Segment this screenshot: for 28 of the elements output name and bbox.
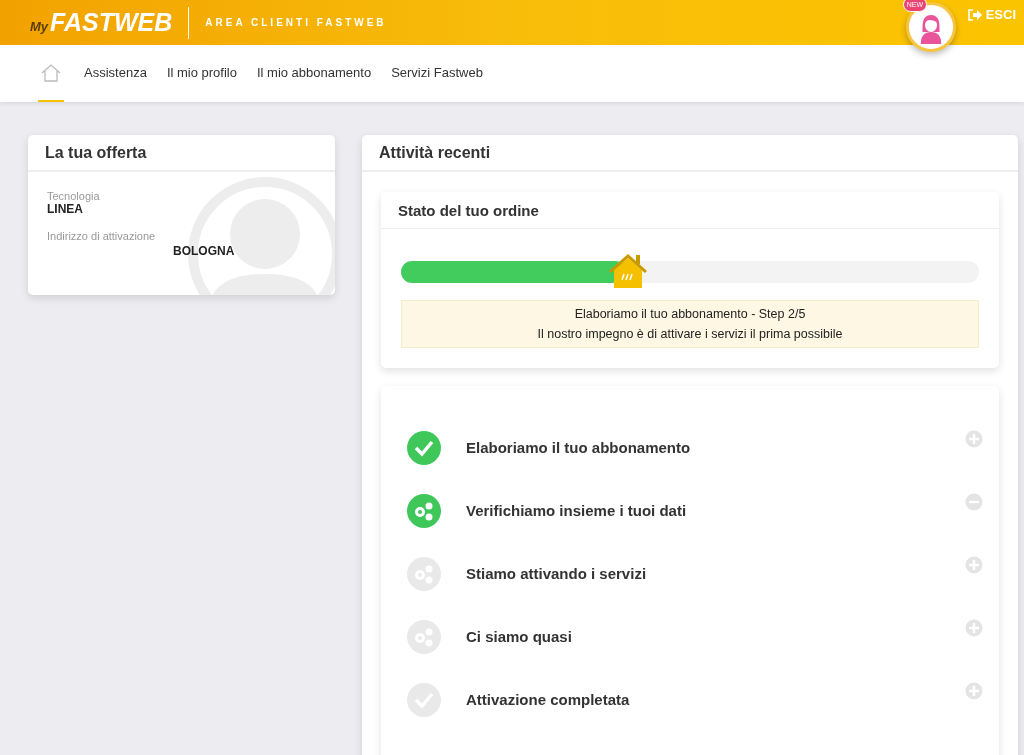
step-label: Verifichiamo insieme i tuoi dati <box>466 502 688 519</box>
nav-tab[interactable]: Assistenza <box>84 45 147 102</box>
status-text: Elaboriamo il tuo abbonamento - Step 2/5 <box>574 307 806 321</box>
nav-tab[interactable]: Servizi Fastweb <box>391 45 483 102</box>
expand-icon[interactable] <box>965 556 983 574</box>
field-label: Tecnologia <box>47 190 101 202</box>
header-subtitle: AREA CLIENTI FASTWEB <box>205 17 387 28</box>
expand-icon[interactable] <box>965 682 983 700</box>
card-title: La tua offerta <box>28 135 335 172</box>
expand-icon[interactable] <box>965 619 983 637</box>
nav-tab[interactable]: Il mio profilo <box>166 45 237 102</box>
expand-icon[interactable] <box>965 430 983 448</box>
nav-tab[interactable]: Il mio abbonamento <box>256 45 372 102</box>
step-label: Attivazione completata <box>466 691 631 708</box>
field-value: BOLOGNA <box>172 243 236 258</box>
status-note: Il nostro impegno è di attivare i servizi il prima possibile <box>537 327 843 341</box>
logo-prefix: My <box>30 19 49 34</box>
logout-icon <box>967 8 982 21</box>
field-value: LINEA <box>47 202 84 216</box>
card-title: Attività recenti <box>362 135 1018 172</box>
step-label: Stiamo attivando i servizi <box>466 565 648 582</box>
home-icon <box>40 62 62 83</box>
step-label: Ci siamo quasi <box>466 628 573 645</box>
field-label: Indirizzo di attivazione <box>47 230 157 242</box>
collapse-icon[interactable] <box>965 493 983 511</box>
step-label: Elaboriamo il tuo abbonamento <box>466 439 692 456</box>
card-title: Stato del tuo ordine <box>381 192 999 229</box>
logo-text: FASTWEB <box>50 8 173 37</box>
